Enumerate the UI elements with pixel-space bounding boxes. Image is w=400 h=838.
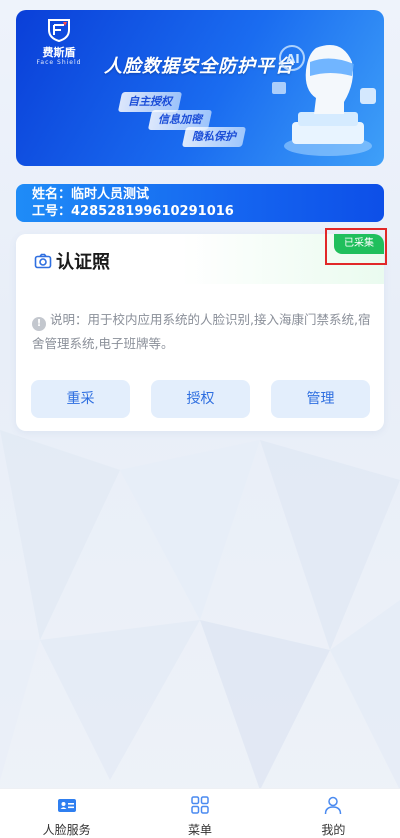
name-value: 临时人员测试 — [71, 187, 150, 202]
recapture-button[interactable]: 重采 — [31, 380, 130, 418]
id-value: 428528199610291016 — [71, 204, 234, 219]
description: ! 说明：用于校内应用系统的人脸识别,接入海康门禁系统,宿舍管理系统,电子班牌等。 — [32, 308, 372, 356]
tab-menu[interactable]: 菜单 — [133, 789, 266, 838]
shield-logo-icon — [48, 19, 70, 43]
manage-button[interactable]: 管理 — [271, 380, 370, 418]
hero-banner: 费斯盾 Face Shield 人脸数据安全防护平台 自主授权 信息加密 隐私保… — [16, 10, 384, 166]
name-row: 姓名：临时人员测试 — [32, 186, 368, 203]
badge-highlight-box — [325, 228, 387, 265]
person-icon — [325, 796, 342, 815]
tab-label-menu: 菜单 — [187, 823, 212, 837]
user-info-card: 姓名：临时人员测试 工号：428528199610291016 — [16, 184, 384, 222]
bottom-tab-bar: 人脸服务 菜单 我的 — [0, 788, 400, 838]
tag-privacy: 隐私保护 — [181, 127, 247, 147]
id-label: 工号： — [32, 204, 72, 219]
id-row: 工号：428528199610291016 — [32, 203, 368, 220]
name-label: 姓名： — [32, 187, 72, 202]
brand-logo: 费斯盾 Face Shield — [30, 18, 88, 67]
tag-authorization: 自主授权 — [117, 92, 183, 112]
authorize-button[interactable]: 授权 — [151, 380, 250, 418]
action-buttons: 重采 授权 管理 — [31, 380, 371, 418]
tab-label-mine: 我的 — [321, 823, 346, 837]
svg-text:AI: AI — [286, 52, 300, 66]
tab-label-face-service: 人脸服务 — [42, 823, 91, 837]
face-scan-illustration: AI — [272, 45, 376, 156]
logo-chinese-name: 费斯盾 — [42, 46, 76, 59]
card-title: 认证照 — [34, 248, 110, 274]
info-icon: ! — [32, 317, 46, 331]
banner-title: 人脸数据安全防护平台 — [104, 56, 294, 77]
grid-icon — [191, 796, 209, 814]
tab-face-service[interactable]: 人脸服务 — [0, 789, 133, 838]
camera-icon — [34, 253, 52, 269]
id-card-icon — [57, 799, 76, 812]
card-title-text: 认证照 — [56, 252, 110, 273]
logo-english-name: Face Shield — [36, 59, 82, 66]
tab-mine[interactable]: 我的 — [267, 789, 400, 838]
description-text: 说明：用于校内应用系统的人脸识别,接入海康门禁系统,宿舍管理系统,电子班牌等。 — [32, 312, 371, 351]
